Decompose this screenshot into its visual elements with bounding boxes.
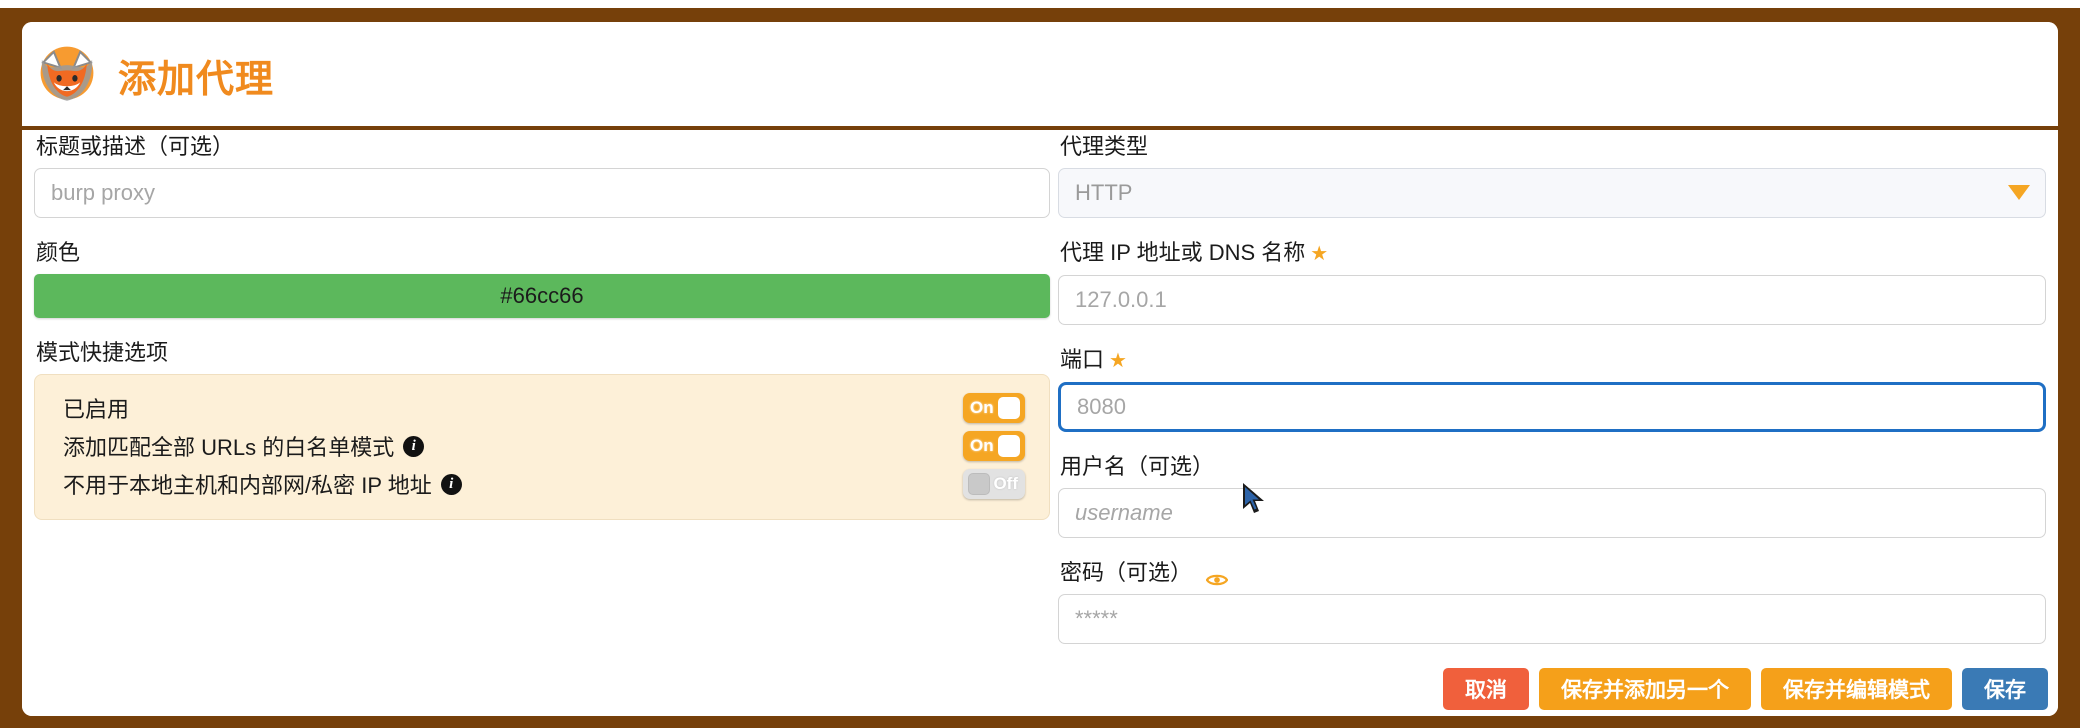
toggle-row-exclude-local: 不用于本地主机和内部网/私密 IP 地址 i Off <box>35 465 1049 503</box>
username-field-label: 用户名（可选） <box>1060 454 1215 479</box>
port-field-label-text: 端口 <box>1060 347 1105 372</box>
proxy-type-select[interactable]: HTTP <box>1058 168 2046 218</box>
port-field-group: 端口 ★ <box>1058 347 2046 432</box>
title-field-group: 标题或描述（可选） <box>34 134 1050 218</box>
title-field-label: 标题或描述（可选） <box>36 134 235 159</box>
save-button[interactable]: 保存 <box>1962 668 2048 710</box>
color-field-label: 颜色 <box>36 240 81 265</box>
password-field-group: 密码（可选） <box>1058 560 2046 644</box>
pattern-shortcuts-panel: 已启用 On 添加匹配全部 URLs 的白名单模式 i On 不用于本地主机和内… <box>34 374 1050 520</box>
toggle-enabled[interactable]: On <box>963 393 1025 423</box>
star-icon: ★ <box>1109 350 1127 372</box>
toggle-label-whitelist: 添加匹配全部 URLs 的白名单模式 <box>63 435 395 460</box>
dialog-body: 标题或描述（可选） 颜色 #66cc66 模式快捷选项 已启用 <box>22 134 2058 716</box>
dialog-button-bar: 取消 保存并添加另一个 保存并编辑模式 保存 <box>1443 668 2048 710</box>
toggle-label-exclude-local: 不用于本地主机和内部网/私密 IP 地址 <box>63 473 432 498</box>
toggle-exclude-local-state: Off <box>993 474 1018 493</box>
color-field-group: 颜色 #66cc66 <box>34 240 1050 318</box>
save-and-add-another-button[interactable]: 保存并添加另一个 <box>1539 668 1751 710</box>
username-field-group: 用户名（可选） <box>1058 454 2046 538</box>
chevron-down-icon[interactable] <box>2008 185 2030 200</box>
color-swatch[interactable]: #66cc66 <box>34 274 1050 318</box>
left-column: 标题或描述（可选） 颜色 #66cc66 模式快捷选项 已启用 <box>34 134 1050 542</box>
toggle-knob <box>968 473 990 495</box>
info-icon[interactable]: i <box>440 473 462 495</box>
foxyproxy-fox-icon <box>34 40 100 106</box>
toggle-enabled-state: On <box>970 398 994 417</box>
pattern-shortcuts-group: 模式快捷选项 已启用 On 添加匹配全部 URLs 的白名单模式 i On 不用… <box>34 340 1050 520</box>
password-field-label-text: 密码（可选） <box>1060 560 1193 585</box>
add-proxy-dialog: 添加代理 标题或描述（可选） 颜色 #66cc66 模式快捷选项 <box>22 22 2058 716</box>
eye-icon[interactable] <box>1205 567 1229 586</box>
save-and-edit-patterns-button[interactable]: 保存并编辑模式 <box>1761 668 1952 710</box>
dialog-title: 添加代理 <box>118 59 275 101</box>
password-field-label: 密码（可选） <box>1060 560 2046 586</box>
port-input[interactable] <box>1058 382 2046 432</box>
toggle-row-whitelist: 添加匹配全部 URLs 的白名单模式 i On <box>35 427 1049 465</box>
proxy-type-label: 代理类型 <box>1060 134 1149 159</box>
proxy-type-group: 代理类型 HTTP <box>1058 134 2046 218</box>
pattern-shortcuts-label: 模式快捷选项 <box>36 340 169 365</box>
port-field-label: 端口 ★ <box>1060 347 2046 374</box>
info-icon[interactable]: i <box>403 435 425 457</box>
host-input[interactable] <box>1058 275 2046 325</box>
toggle-row-enabled: 已启用 On <box>35 389 1049 427</box>
toggle-knob <box>998 435 1020 457</box>
password-input[interactable] <box>1058 594 2046 644</box>
toggle-whitelist-state: On <box>970 436 994 455</box>
star-icon: ★ <box>1310 243 1329 265</box>
window-frame: 添加代理 标题或描述（可选） 颜色 #66cc66 模式快捷选项 <box>0 8 2080 728</box>
right-column: 代理类型 HTTP 代理 IP 地址或 DNS 名称★ 端口★ <box>1058 134 2046 666</box>
cancel-button[interactable]: 取消 <box>1443 668 1529 710</box>
toggle-label-enabled: 已启用 <box>63 397 130 422</box>
host-field-label-text: 代理 IP 地址或 DNS 名称 <box>1060 240 1306 265</box>
toggle-exclude-local[interactable]: Off <box>963 469 1025 499</box>
dialog-header: 添加代理 <box>22 22 2058 130</box>
host-field-group: 代理 IP 地址或 DNS 名称 ★ <box>1058 240 2046 325</box>
toggle-whitelist[interactable]: On <box>963 431 1025 461</box>
toggle-knob <box>998 397 1020 419</box>
title-input[interactable] <box>34 168 1050 218</box>
username-input[interactable] <box>1058 488 2046 538</box>
host-field-label: 代理 IP 地址或 DNS 名称 ★ <box>1060 240 2046 267</box>
